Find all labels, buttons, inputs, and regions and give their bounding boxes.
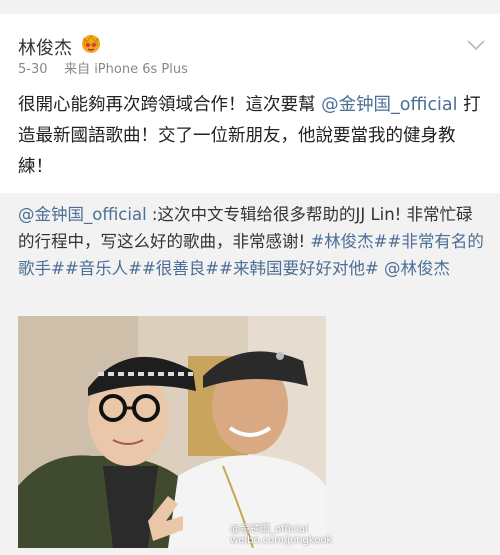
repost-mention2-link[interactable]: @林俊杰 [384,259,450,278]
post-date: 5-30 [18,62,48,77]
post-header: 林俊杰 5-30 来自 iPhone 6s Plus [0,14,500,84]
photo-illustration [18,316,326,548]
repost-mention-link[interactable]: @金钟国_official [18,205,147,224]
repost-text: @金钟国_official :这次中文专辑给很多帮助的JJ Lin! 非常忙碌的… [18,201,488,282]
photo-watermark: @金钟国_official weibo.com/jongkook [230,524,332,546]
crown-badge-icon [82,35,100,53]
post-photo[interactable] [18,316,326,548]
post-meta: 5-30 来自 iPhone 6s Plus [18,58,188,77]
post-text: 很開心能夠再次跨領域合作！這次要幫 @金钟国_official 打造最新國語歌曲… [18,90,484,183]
repost-card[interactable]: @金钟国_official :这次中文专辑给很多帮助的JJ Lin! 非常忙碌的… [0,193,500,555]
top-strip [0,0,500,14]
post-source: 来自 iPhone 6s Plus [64,62,188,77]
chevron-down-icon[interactable] [466,38,486,52]
username[interactable]: 林俊杰 [18,34,72,60]
watermark-line2: weibo.com/jongkook [230,535,333,546]
watermark-line1: @金钟国_official [230,524,308,535]
post-text-part1: 很開心能夠再次跨領域合作！這次要幫 [18,95,322,115]
weibo-post: 林俊杰 5-30 来自 iPhone 6s Plus 很開心能夠再次跨領域合作！… [0,0,500,555]
mention-link[interactable]: @金钟国_official [321,95,457,115]
